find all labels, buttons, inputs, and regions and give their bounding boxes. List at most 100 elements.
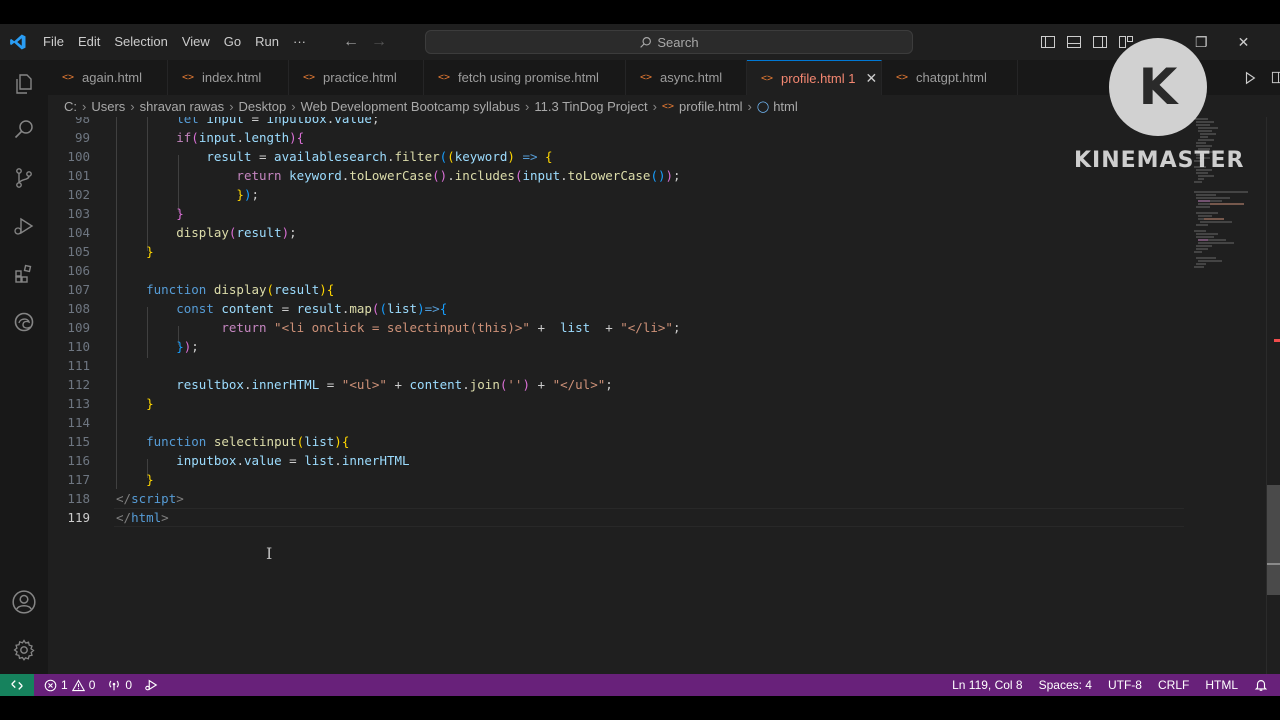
line-number: 117	[67, 472, 90, 487]
menu-edit[interactable]: Edit	[71, 29, 107, 55]
breadcrumb-item[interactable]: profile.html	[679, 99, 743, 114]
html-element-icon: ◯	[756, 100, 770, 113]
command-center-search[interactable]: Search	[425, 30, 913, 54]
status-bar: 1 0 0 Ln 119, Col 8 Spaces: 4 UTF-8 CRLF…	[0, 674, 1280, 696]
debug-launch-button[interactable]	[138, 674, 164, 696]
line-number: 104	[67, 225, 90, 240]
problems-indicator[interactable]: 1 0	[38, 674, 101, 696]
line-code: return keyword.toLowerCase().includes(in…	[236, 168, 681, 183]
line-number: 107	[67, 282, 90, 297]
video-letterbox-top	[0, 0, 1280, 24]
line-number: 98	[74, 117, 90, 126]
tab-async[interactable]: <> async.html	[626, 60, 747, 95]
run-and-debug-icon[interactable]	[0, 202, 48, 250]
code-line: 103 }	[48, 204, 1188, 223]
line-number: 101	[67, 168, 90, 183]
source-control-icon[interactable]	[0, 154, 48, 202]
line-number: 113	[67, 396, 90, 411]
manage-gear-icon[interactable]	[0, 626, 48, 674]
tab-profile[interactable]: <> profile.html 1 ✕	[747, 60, 882, 95]
line-code: </script>	[116, 491, 184, 506]
remote-window-button[interactable]	[0, 674, 34, 696]
tab-label: async.html	[660, 70, 723, 85]
line-number: 118	[67, 491, 90, 506]
search-sidebar-icon[interactable]	[0, 106, 48, 154]
search-icon	[640, 36, 652, 48]
tab-label: profile.html 1	[781, 70, 856, 86]
forward-arrow-icon[interactable]: →	[371, 33, 387, 51]
remote-icon	[11, 680, 23, 690]
restore-window-icon[interactable]: ❐	[1195, 34, 1208, 51]
code-line: 101 return keyword.toLowerCase().include…	[48, 166, 1188, 185]
back-arrow-icon[interactable]: ←	[343, 33, 359, 51]
customize-layout-icon[interactable]	[1118, 34, 1134, 50]
status-bar-right: Ln 119, Col 8 Spaces: 4 UTF-8 CRLF HTML	[944, 674, 1280, 696]
breadcrumb-item[interactable]: Desktop	[239, 99, 287, 114]
indentation[interactable]: Spaces: 4	[1031, 674, 1100, 696]
line-number: 116	[67, 453, 90, 468]
tab-label: chatgpt.html	[916, 70, 987, 85]
cursor-position[interactable]: Ln 119, Col 8	[944, 674, 1031, 696]
edge-devtools-icon[interactable]	[0, 298, 48, 346]
line-number: 110	[67, 339, 90, 354]
explorer-icon[interactable]	[0, 60, 48, 108]
extensions-icon[interactable]	[0, 250, 48, 298]
tab-index[interactable]: <> index.html	[168, 60, 289, 95]
code-line: 112 resultbox.innerHTML = "<ul>" + conte…	[48, 375, 1188, 394]
toggle-primary-sidebar-icon[interactable]	[1040, 34, 1056, 50]
file-encoding[interactable]: UTF-8	[1100, 674, 1150, 696]
toggle-secondary-sidebar-icon[interactable]	[1092, 34, 1108, 50]
language-mode[interactable]: HTML	[1197, 674, 1246, 696]
line-number: 100	[67, 149, 90, 164]
code-line: 100 result = availablesearch.filter((key…	[48, 147, 1188, 166]
breadcrumb-item[interactable]: Users	[91, 99, 125, 114]
close-window-icon[interactable]: ✕	[1238, 34, 1250, 51]
tab-chatgpt[interactable]: <> chatgpt.html	[882, 60, 1018, 95]
line-number: 108	[67, 301, 90, 316]
error-count: 1	[61, 678, 68, 692]
accounts-icon[interactable]	[0, 578, 48, 626]
code-line: 106	[48, 261, 1188, 280]
tab-label: index.html	[202, 70, 262, 85]
history-navigation: ← →	[343, 33, 387, 51]
breadcrumb-item[interactable]: C:	[64, 99, 77, 114]
minimap[interactable]	[1188, 117, 1268, 674]
code-line: 117 }	[48, 470, 1188, 489]
html-file-icon: <>	[62, 72, 75, 83]
menu-go[interactable]: Go	[217, 29, 248, 55]
line-code: }	[176, 206, 184, 221]
menu-more[interactable]: ···	[286, 29, 313, 55]
vertical-scrollbar-thumb[interactable]	[1267, 485, 1280, 595]
breadcrumb: C: › Users › shravan rawas › Desktop › Web D…	[48, 95, 1280, 117]
code-line-current: 119 </html>	[48, 508, 1188, 527]
breadcrumb-item[interactable]: Web Development Bootcamp syllabus	[301, 99, 520, 114]
line-code: }	[146, 244, 154, 259]
toggle-panel-icon[interactable]	[1066, 34, 1082, 50]
line-number: 105	[67, 244, 90, 259]
close-tab-icon[interactable]: ✕	[865, 70, 877, 87]
editor-tab-bar: <> again.html <> index.html <> practice.…	[48, 60, 1280, 95]
breadcrumb-item[interactable]: html	[773, 99, 798, 114]
code-line: 114	[48, 413, 1188, 432]
chevron-right-icon: ›	[291, 98, 296, 114]
tab-again[interactable]: <> again.html	[48, 60, 168, 95]
code-line: 111	[48, 356, 1188, 375]
menu-view[interactable]: View	[175, 29, 217, 55]
line-number: 111	[67, 358, 90, 373]
code-line: 104 display(result);	[48, 223, 1188, 242]
chevron-right-icon: ›	[82, 98, 87, 114]
tab-practice[interactable]: <> practice.html	[289, 60, 424, 95]
ports-indicator[interactable]: 0	[101, 674, 138, 696]
notifications-bell-icon[interactable]	[1246, 674, 1280, 696]
split-editor-icon[interactable]	[1271, 70, 1280, 85]
breadcrumb-item[interactable]: shravan rawas	[140, 99, 225, 114]
menu-file[interactable]: File	[36, 29, 71, 55]
tab-fetch-using-promise[interactable]: <> fetch using promise.html	[424, 60, 626, 95]
line-number: 102	[67, 187, 90, 202]
breadcrumb-item[interactable]: 11.3 TinDog Project	[534, 99, 647, 114]
code-editor[interactable]: 98 let input = inputbox.value; 99 if(inp…	[48, 117, 1280, 674]
menu-selection[interactable]: Selection	[107, 29, 174, 55]
end-of-line[interactable]: CRLF	[1150, 674, 1197, 696]
run-play-icon[interactable]	[1243, 71, 1257, 85]
menu-run[interactable]: Run	[248, 29, 286, 55]
